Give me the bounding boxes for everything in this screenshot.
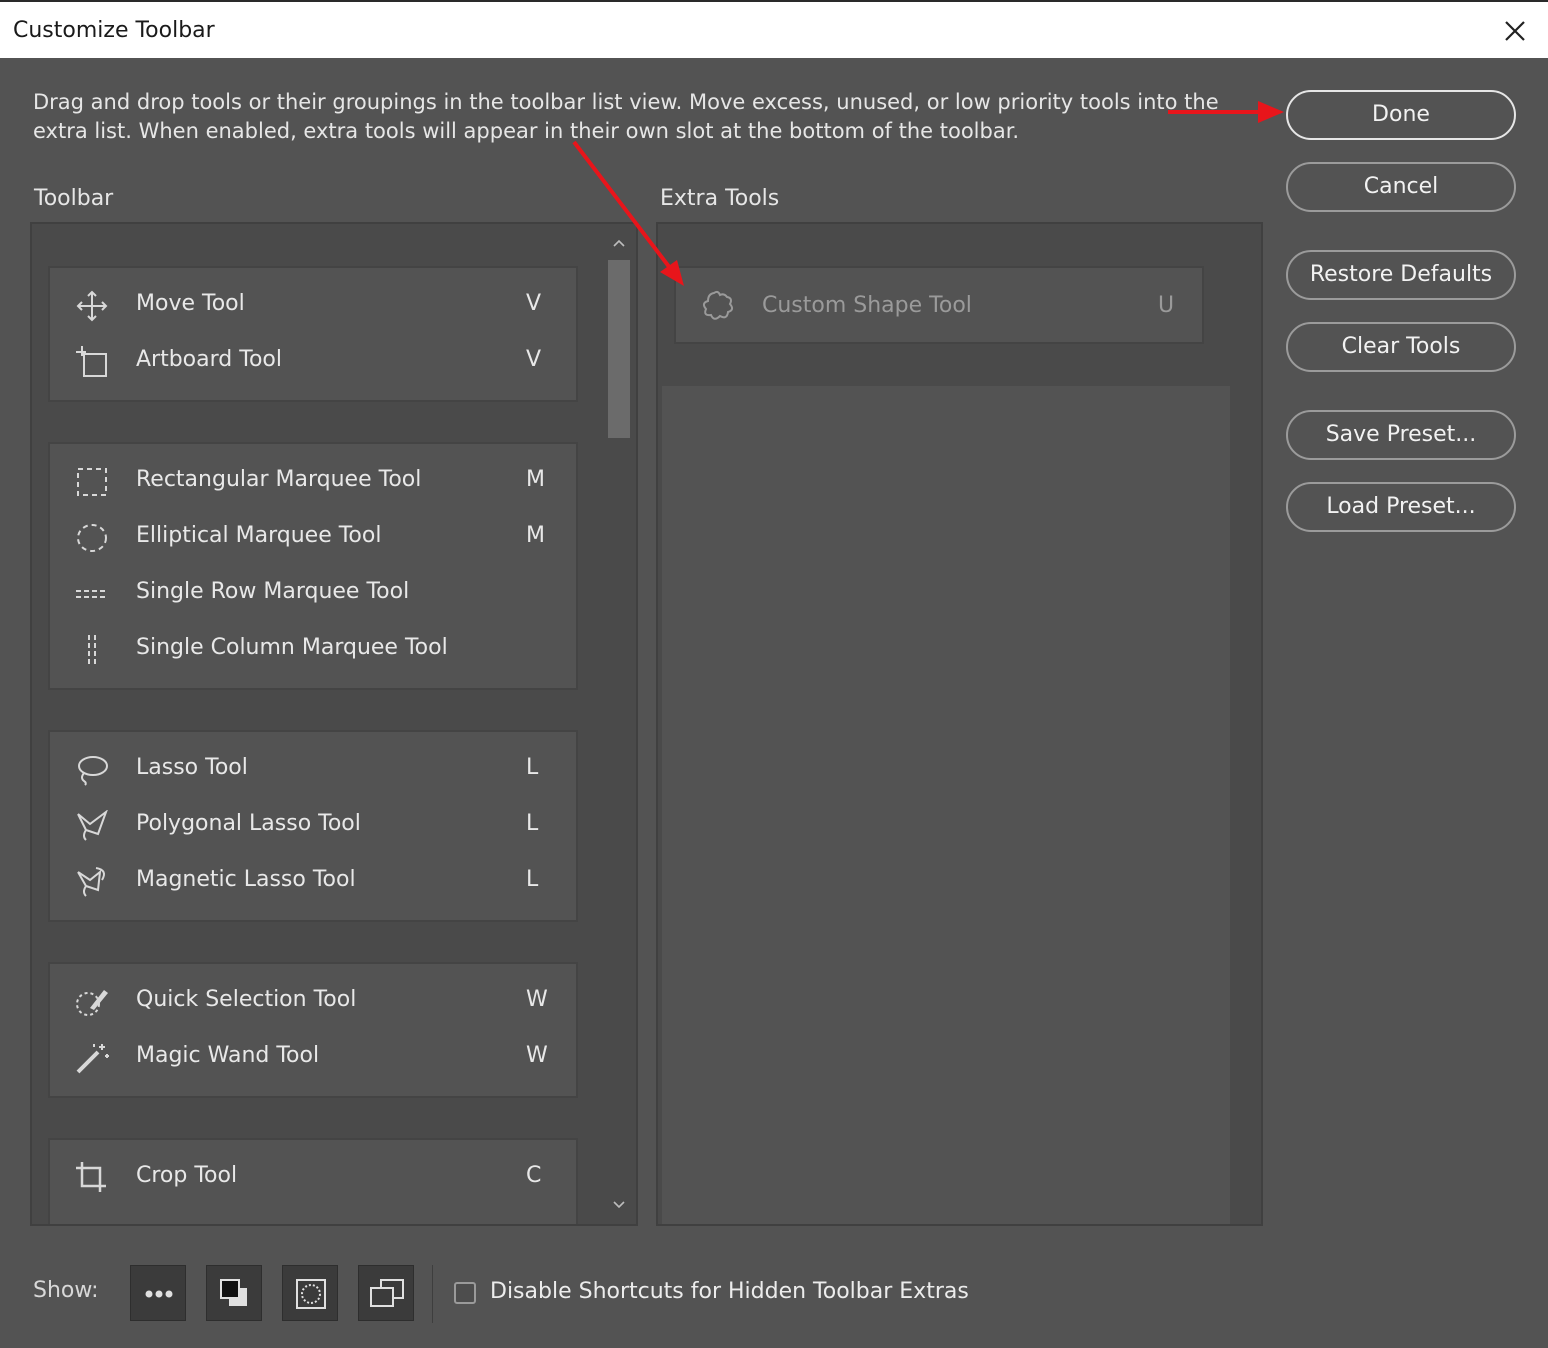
cancel-button[interactable]: Cancel [1286,162,1516,212]
show-fill-colors-button[interactable] [206,1265,262,1321]
tool-name: Move Tool [136,291,245,316]
tool-row-magic-wand[interactable]: Magic Wand Tool W [50,1030,576,1086]
tool-group-move[interactable]: Move Tool V Artboard Tool V [48,266,578,402]
disable-shortcuts-checkbox[interactable] [454,1282,476,1304]
footer-divider [432,1265,433,1323]
instructions-text: Drag and drop tools or their groupings i… [33,90,1219,143]
more-icon [145,1290,173,1298]
tool-group-selection[interactable]: Quick Selection Tool W Magic Wand Tool W [48,962,578,1098]
title-bar: Customize Toolbar [0,0,1548,58]
tool-row-lasso[interactable]: Lasso Tool L [50,742,576,798]
tool-group-lasso[interactable]: Lasso Tool L Polygonal Lasso Tool L Magn… [48,730,578,922]
tool-row-move[interactable]: Move Tool V [50,278,576,334]
magic-wand-icon [76,1044,109,1074]
customize-toolbar-dialog: Drag and drop tools or their groupings i… [0,58,1548,1348]
single-row-icon [76,590,108,598]
tool-name: Artboard Tool [136,347,282,372]
tool-shortcut: W [526,987,548,1012]
restore-defaults-button[interactable]: Restore Defaults [1286,250,1516,300]
tool-shortcut: V [526,291,542,316]
tool-shortcut: U [1158,293,1175,318]
done-button[interactable]: Done [1286,90,1516,140]
toolbar-label: Toolbar [34,186,114,211]
tool-shortcut: W [526,1043,548,1068]
clear-tools-button[interactable]: Clear Tools [1286,322,1516,372]
polygonal-lasso-icon [77,810,108,841]
toolbar-list[interactable]: Move Tool V Artboard Tool V Rectangular … [30,222,638,1226]
tool-row-artboard[interactable]: Artboard Tool V [50,334,576,390]
tool-row-ellipse-marquee[interactable]: Elliptical Marquee Tool M [50,510,576,566]
load-preset-button[interactable]: Load Preset... [1286,482,1516,532]
tool-row-polygonal-lasso[interactable]: Polygonal Lasso Tool L [50,798,576,854]
save-preset-button[interactable]: Save Preset... [1286,410,1516,460]
custom-shape-icon [702,290,734,320]
toolbar-scrollbar[interactable] [606,224,636,1224]
rect-marquee-icon [77,468,107,496]
magnetic-lasso-icon [77,867,105,897]
lasso-icon [78,756,108,786]
scroll-down-icon[interactable] [610,1196,628,1214]
single-column-icon [88,635,96,665]
tool-shortcut: L [526,867,539,892]
tool-name: Polygonal Lasso Tool [136,811,361,836]
tool-row-magnetic-lasso[interactable]: Magnetic Lasso Tool L [50,854,576,910]
extra-tools-list[interactable]: Custom Shape Tool U [656,222,1263,1226]
scroll-thumb[interactable] [608,260,630,438]
quick-selection-icon [76,990,108,1016]
close-icon[interactable] [1498,14,1532,48]
tool-row-crop[interactable]: Crop Tool C [50,1150,576,1206]
tool-row-single-row[interactable]: Single Row Marquee Tool [50,566,576,622]
disable-shortcuts-label[interactable]: Disable Shortcuts for Hidden Toolbar Ext… [490,1279,969,1304]
tool-shortcut: M [526,523,545,548]
scroll-up-icon[interactable] [610,234,628,252]
tool-shortcut: L [526,811,539,836]
tool-row-rect-marquee[interactable]: Rectangular Marquee Tool M [50,454,576,510]
tool-shortcut: L [526,755,539,780]
move-icon [76,290,108,322]
show-extra-tools-button[interactable] [130,1265,186,1321]
tool-name: Single Row Marquee Tool [136,579,410,604]
tool-name: Magic Wand Tool [136,1043,320,1068]
tool-name: Crop Tool [136,1163,238,1188]
extra-tool-custom-shape[interactable]: Custom Shape Tool U [674,266,1204,344]
fill-colors-icon [220,1279,247,1306]
extra-tools-drop-area[interactable] [662,386,1230,1224]
tool-name: Single Column Marquee Tool [136,635,448,660]
tool-group-crop[interactable]: Crop Tool C [48,1138,578,1224]
tool-name: Rectangular Marquee Tool [136,467,422,492]
show-screen-mode-button[interactable] [358,1265,414,1321]
tool-name: Magnetic Lasso Tool [136,867,356,892]
screen-mode-icon [370,1279,404,1307]
tool-row-quick-selection[interactable]: Quick Selection Tool W [50,974,576,1030]
tool-group-marquee[interactable]: Rectangular Marquee Tool M Elliptical Ma… [48,442,578,690]
tool-shortcut: V [526,347,542,372]
extra-tools-label: Extra Tools [660,186,780,211]
tool-shortcut: M [526,467,545,492]
ellipse-marquee-icon [77,524,107,552]
show-quick-mask-button[interactable] [282,1265,338,1321]
tool-name: Lasso Tool [136,755,248,780]
artboard-icon [76,346,107,377]
show-label: Show: [33,1278,99,1303]
quick-mask-icon [296,1279,326,1309]
tool-row-single-column[interactable]: Single Column Marquee Tool [50,622,576,678]
window-title: Customize Toolbar [13,18,215,43]
crop-icon [76,1162,106,1192]
tool-name: Custom Shape Tool [762,293,972,318]
tool-name: Quick Selection Tool [136,987,357,1012]
tool-name: Elliptical Marquee Tool [136,523,382,548]
tool-shortcut: C [526,1163,542,1188]
